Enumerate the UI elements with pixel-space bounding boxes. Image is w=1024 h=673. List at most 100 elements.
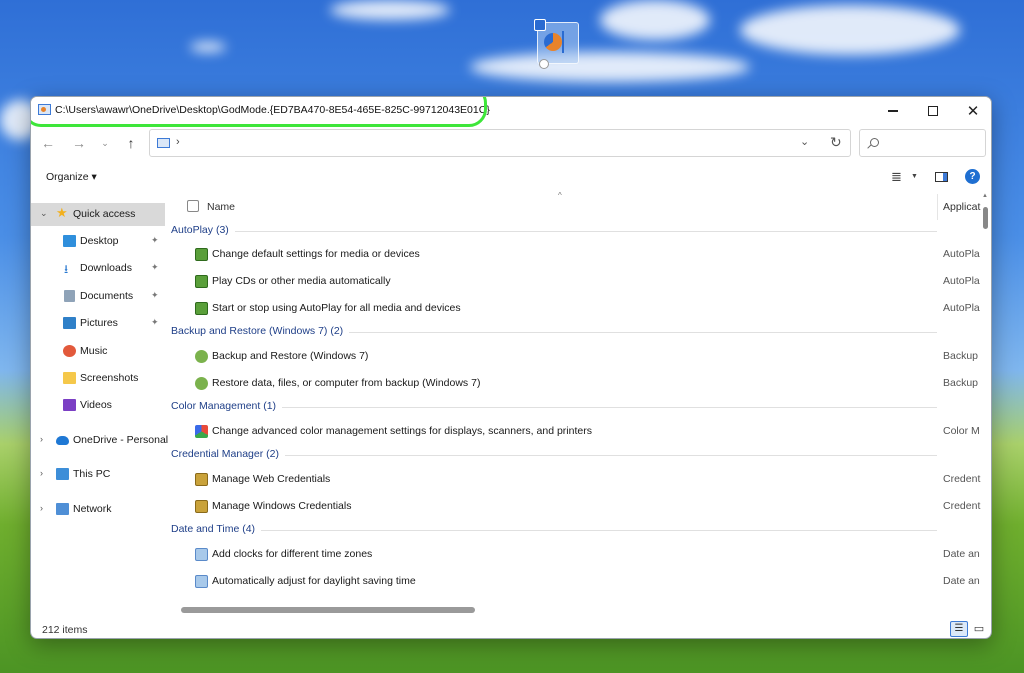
group-header-backup-restore[interactable]: ⌄ Backup and Restore (Windows 7) (2) xyxy=(165,322,945,342)
sidebar-item-desktop[interactable]: Desktop ✦ xyxy=(31,230,165,253)
item-name: Change default settings for media or dev… xyxy=(212,248,420,260)
recent-locations-button[interactable]: ⌄ xyxy=(94,133,116,153)
arrow-right-icon: → xyxy=(72,135,86,151)
address-dropdown-icon[interactable]: ⌄ xyxy=(800,135,809,148)
clock-icon xyxy=(195,548,208,561)
file-list: ^ Name Applicat ⌄ AutoPlay (3) Change de… xyxy=(165,191,991,616)
close-button[interactable]: ✕ xyxy=(953,97,991,125)
file-explorer-window: C:\Users\awawr\OneDrive\Desktop\GodMode.… xyxy=(30,96,992,639)
backup-icon xyxy=(195,350,208,363)
group-header-autoplay[interactable]: ⌄ AutoPlay (3) xyxy=(165,221,945,241)
breadcrumb-chevron-icon[interactable]: › xyxy=(176,136,180,148)
cloud xyxy=(600,0,710,40)
pictures-icon xyxy=(63,317,76,329)
group-header-color-management[interactable]: ⌄ Color Management (1) xyxy=(165,397,945,417)
search-input[interactable] xyxy=(859,129,986,157)
window-title: C:\Users\awawr\OneDrive\Desktop\GodMode.… xyxy=(55,104,490,116)
list-item[interactable]: Restore data, files, or computer from ba… xyxy=(165,371,991,397)
organize-menu-button[interactable]: Organize ▾ xyxy=(46,171,97,183)
minimize-button[interactable] xyxy=(873,97,913,125)
horizontal-scrollbar-thumb[interactable] xyxy=(181,607,475,613)
selection-check-icon xyxy=(534,19,546,31)
column-divider[interactable] xyxy=(937,194,938,220)
list-item[interactable]: Add clocks for different time zones Date… xyxy=(165,542,991,568)
group-separator xyxy=(175,455,937,456)
group-header-credential-manager[interactable]: ⌄ Credential Manager (2) xyxy=(165,445,945,465)
color-management-icon xyxy=(195,425,208,438)
pin-icon: ✦ xyxy=(151,317,159,327)
list-item[interactable]: Backup and Restore (Windows 7) Backup xyxy=(165,344,991,370)
sidebar-item-label: This PC xyxy=(73,468,111,480)
folder-icon xyxy=(63,372,76,384)
group-title: Date and Time (4) xyxy=(171,523,262,535)
minimize-icon xyxy=(888,110,898,112)
sidebar-item-label: Pictures xyxy=(80,317,118,329)
item-name: Manage Web Credentials xyxy=(212,473,331,485)
scrollbar-thumb[interactable] xyxy=(983,207,988,229)
sidebar-item-quick-access[interactable]: ⌄ ★ Quick access xyxy=(31,203,165,226)
sidebar-item-videos[interactable]: Videos xyxy=(31,394,165,417)
list-item[interactable]: Change default settings for media or dev… xyxy=(165,242,991,268)
sidebar-item-this-pc[interactable]: › This PC xyxy=(31,463,165,486)
list-item[interactable]: Change advanced color management setting… xyxy=(165,419,991,445)
network-icon xyxy=(56,503,69,515)
chevron-down-icon: ⌄ xyxy=(101,137,109,148)
chevron-right-icon[interactable]: › xyxy=(40,434,43,444)
column-header-application[interactable]: Applicat xyxy=(943,201,980,213)
search-icon xyxy=(870,138,879,147)
group-title: Credential Manager (2) xyxy=(171,448,285,460)
credential-vault-icon xyxy=(195,473,208,486)
sidebar-item-network[interactable]: › Network xyxy=(31,498,165,521)
view-options-dropdown-icon[interactable]: ▼ xyxy=(911,173,918,180)
list-item[interactable]: Manage Windows Credentials Credent xyxy=(165,494,991,520)
refresh-icon[interactable]: ↻ xyxy=(830,134,842,151)
list-item[interactable]: Start or stop using AutoPlay for all med… xyxy=(165,296,991,322)
sidebar-item-downloads[interactable]: ⭳ Downloads ✦ xyxy=(31,257,165,280)
list-item[interactable]: Automatically adjust for daylight saving… xyxy=(165,569,991,595)
help-icon[interactable]: ? xyxy=(965,169,980,184)
backup-icon xyxy=(195,377,208,390)
list-item[interactable]: Play CDs or other media automatically Au… xyxy=(165,269,991,295)
desktop-icon xyxy=(63,235,76,247)
sidebar-item-label: Desktop xyxy=(80,235,119,247)
chevron-right-icon[interactable]: › xyxy=(40,468,43,478)
large-icons-view-button[interactable]: ▭ xyxy=(971,621,987,637)
address-bar[interactable]: › ⌄ ↻ xyxy=(149,129,851,157)
item-name: Manage Windows Credentials xyxy=(212,500,352,512)
sidebar-item-onedrive[interactable]: › OneDrive - Personal xyxy=(31,429,168,452)
chevron-right-icon[interactable]: › xyxy=(40,503,43,513)
list-item[interactable]: Manage Web Credentials Credent xyxy=(165,467,991,493)
maximize-button[interactable] xyxy=(913,97,953,125)
sidebar-item-label: Network xyxy=(73,503,112,515)
close-icon: ✕ xyxy=(966,103,980,120)
sidebar-item-music[interactable]: Music xyxy=(31,340,165,363)
column-header-name[interactable]: Name xyxy=(207,201,235,213)
onedrive-cloud-icon xyxy=(56,436,69,445)
forward-button[interactable]: → xyxy=(68,133,90,153)
up-button[interactable]: ↑ xyxy=(120,133,142,153)
command-bar: Organize ▾ ≣ ▼ ? xyxy=(31,163,991,191)
group-separator xyxy=(175,231,937,232)
sidebar-item-pictures[interactable]: Pictures ✦ xyxy=(31,312,165,335)
group-title: Backup and Restore (Windows 7) (2) xyxy=(171,325,350,337)
group-title: Color Management (1) xyxy=(171,400,283,412)
pin-icon: ✦ xyxy=(151,235,159,245)
title-bar[interactable]: C:\Users\awawr\OneDrive\Desktop\GodMode.… xyxy=(31,97,991,125)
sidebar-item-documents[interactable]: Documents ✦ xyxy=(31,285,165,308)
back-button[interactable]: ← xyxy=(37,133,59,153)
status-bar: 212 items ☰ ▭ xyxy=(31,616,991,638)
chevron-down-icon[interactable]: ⌄ xyxy=(40,208,48,219)
group-header-date-time[interactable]: ⌄ Date and Time (4) xyxy=(165,520,945,540)
vertical-scrollbar[interactable]: ▲ xyxy=(982,193,990,613)
select-all-checkbox[interactable] xyxy=(187,200,199,212)
sidebar-item-label: Music xyxy=(80,345,108,357)
pin-icon: ✦ xyxy=(151,262,159,272)
cloud xyxy=(330,0,450,20)
preview-pane-icon[interactable] xyxy=(935,172,948,182)
sidebar-item-screenshots[interactable]: Screenshots xyxy=(31,367,165,390)
music-icon xyxy=(63,345,76,357)
desktop-godmode-icon[interactable] xyxy=(534,19,579,69)
scroll-up-arrow-icon[interactable]: ▲ xyxy=(982,193,988,199)
change-view-icon[interactable]: ≣ xyxy=(891,169,902,185)
details-view-button[interactable]: ☰ xyxy=(950,621,968,637)
